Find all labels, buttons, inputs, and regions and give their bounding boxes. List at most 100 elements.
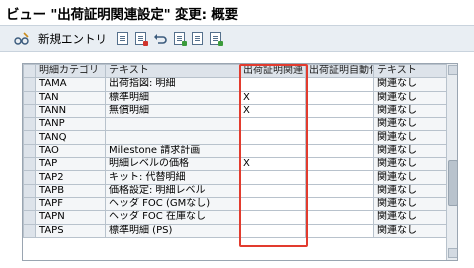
row-selector[interactable] [23, 77, 36, 92]
cell-item-category: TAP2 [35, 170, 106, 185]
cell-text: ヘッダ FOC 在庫なし [105, 210, 240, 225]
row-selector[interactable] [23, 196, 36, 212]
cell-pod-relevant[interactable] [239, 210, 306, 225]
cell-pod-automation[interactable] [305, 196, 374, 212]
cell-pod-automation[interactable] [305, 77, 374, 92]
column-header-pod-automation[interactable]: 出荷証明自動化 [305, 64, 374, 79]
table-row[interactable]: TAPF ヘッダ FOC (GMなし) 関連なし [23, 196, 447, 212]
table-row[interactable]: TANQ 関連なし [23, 130, 447, 145]
cell-pod-relevant[interactable]: X [239, 90, 306, 105]
vertical-scrollbar[interactable] [446, 64, 457, 260]
cell-text: 無償明細 [105, 103, 240, 119]
cell-pod-automation[interactable] [305, 90, 374, 105]
select-all-icon[interactable] [174, 32, 187, 46]
cell-automation-text: 関連なし [373, 77, 447, 92]
select-block-icon[interactable] [192, 32, 203, 45]
cell-automation-text: 関連なし [373, 196, 447, 212]
cell-item-category: TAPB [35, 183, 106, 198]
cell-pod-relevant[interactable] [239, 117, 306, 132]
cell-pod-automation[interactable] [305, 210, 374, 225]
cell-pod-automation[interactable] [305, 103, 374, 119]
column-header-text[interactable]: テキスト [105, 64, 240, 79]
table-row[interactable]: TAPB 価格設定: 明細レベル 関連なし [23, 183, 447, 198]
cell-pod-relevant[interactable] [239, 170, 306, 185]
cell-automation-text: 関連なし [373, 170, 447, 185]
cell-pod-relevant[interactable] [239, 143, 306, 159]
table-row[interactable]: TANN 無償明細 X 関連なし [23, 103, 447, 119]
scrollbar-thumb[interactable] [448, 160, 457, 206]
cell-pod-automation[interactable] [305, 170, 374, 185]
cell-automation-text: 関連なし [373, 183, 447, 198]
cell-pod-automation[interactable] [305, 183, 374, 198]
column-header-item-category[interactable]: 明細カテゴリ [35, 64, 106, 79]
cell-pod-relevant[interactable] [239, 77, 306, 92]
cell-pod-automation[interactable] [305, 143, 374, 159]
cell-pod-relevant[interactable]: X [239, 103, 306, 119]
cell-pod-relevant[interactable] [239, 196, 306, 212]
cell-text: 価格設定: 明細レベル [105, 183, 240, 198]
delete-icon[interactable] [135, 32, 148, 46]
cell-text: キット: 代替明細 [105, 170, 240, 185]
cell-text: Milestone 請求計画 [105, 143, 240, 159]
cell-item-category: TAPS [35, 223, 106, 238]
table-row[interactable]: TAN 標準明細 X 関連なし [23, 90, 447, 105]
table-row[interactable]: TAO Milestone 請求計画 関連なし [23, 143, 447, 159]
cell-pod-relevant[interactable] [239, 223, 306, 238]
cell-item-category: TAPN [35, 210, 106, 225]
cell-item-category: TAMA [35, 77, 106, 92]
column-header-pod-relevant[interactable]: 出荷証明関連 [239, 64, 306, 79]
row-selector[interactable] [23, 210, 36, 225]
cell-pod-automation[interactable] [305, 130, 374, 145]
cell-pod-automation[interactable] [305, 157, 374, 172]
table-row[interactable]: TAPN ヘッダ FOC 在庫なし 関連なし [23, 210, 447, 225]
row-selector[interactable] [23, 223, 36, 238]
cell-text: 標準明細 (PS) [105, 223, 240, 238]
scroll-up-arrow[interactable] [448, 65, 457, 75]
scroll-down-arrow[interactable] [448, 248, 457, 258]
row-selector[interactable] [23, 103, 36, 119]
cell-automation-text: 関連なし [373, 130, 447, 145]
window-title: ビュー "出荷証明関連設定" 変更: 概要 [0, 0, 474, 26]
table-row[interactable]: TANP 関連なし [23, 117, 447, 132]
deselect-icon[interactable] [210, 32, 223, 46]
row-selector[interactable] [23, 130, 36, 145]
copy-icon[interactable] [117, 32, 128, 45]
undo-icon[interactable] [153, 33, 167, 45]
cell-item-category: TAO [35, 143, 106, 159]
table-row[interactable]: TAP2 キット: 代替明細 関連なし [23, 170, 447, 185]
cell-automation-text: 関連なし [373, 143, 447, 159]
select-all-column-header[interactable] [23, 64, 36, 79]
cell-pod-relevant[interactable] [239, 183, 306, 198]
cell-automation-text: 関連なし [373, 117, 447, 132]
cell-text [105, 130, 240, 145]
row-selector[interactable] [23, 90, 36, 105]
new-entry-button[interactable]: 新規エントリ [38, 31, 107, 47]
cell-text: 標準明細 [105, 90, 240, 105]
row-selector[interactable] [23, 143, 36, 159]
cell-item-category: TANN [35, 103, 106, 119]
cell-automation-text: 関連なし [373, 103, 447, 119]
table-row[interactable]: TAP 明細レベルの価格 X 関連なし [23, 157, 447, 172]
cell-item-category: TAPF [35, 196, 106, 212]
cell-pod-automation[interactable] [305, 117, 374, 132]
cell-item-category: TANP [35, 117, 106, 132]
table-row[interactable]: TAMA 出荷指図: 明細 関連なし [23, 77, 447, 92]
cell-automation-text: 関連なし [373, 210, 447, 225]
cell-automation-text: 関連なし [373, 90, 447, 105]
row-selector[interactable] [23, 117, 36, 132]
table: 明細カテゴリ テキスト 出荷証明関連 出荷証明自動化 テキスト TAMA 出荷指図… [23, 64, 447, 238]
column-header-automation-text[interactable]: テキスト [373, 64, 447, 79]
cell-item-category: TANQ [35, 130, 106, 145]
edit-glasses-button[interactable] [14, 31, 38, 46]
cell-pod-relevant[interactable] [239, 130, 306, 145]
cell-automation-text: 関連なし [373, 157, 447, 172]
row-selector[interactable] [23, 170, 36, 185]
row-selector[interactable] [23, 183, 36, 198]
cell-pod-automation[interactable] [305, 223, 374, 238]
table-row[interactable]: TAPS 標準明細 (PS) 関連なし [23, 223, 447, 238]
row-selector[interactable] [23, 157, 36, 172]
cell-item-category: TAN [35, 90, 106, 105]
cell-text: 明細レベルの価格 [105, 157, 240, 172]
cell-pod-relevant[interactable]: X [239, 157, 306, 172]
cell-item-category: TAP [35, 157, 106, 172]
